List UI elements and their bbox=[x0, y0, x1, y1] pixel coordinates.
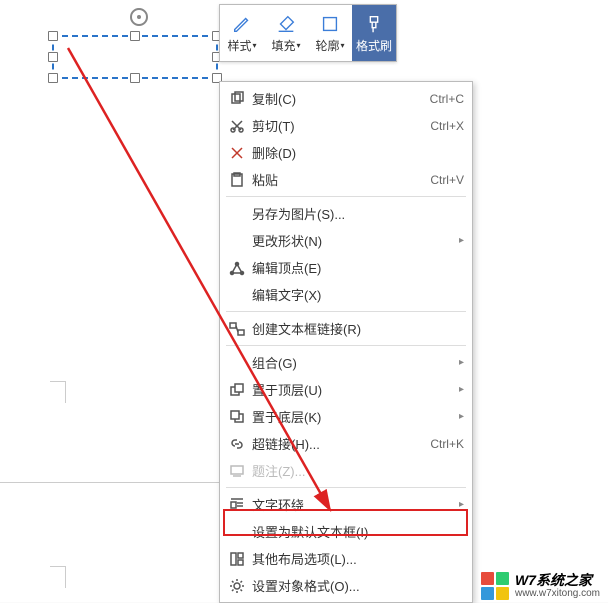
clipboard-icon bbox=[226, 172, 248, 188]
menu-save-as-image[interactable]: 另存为图片(S)... bbox=[220, 200, 472, 227]
menu-separator bbox=[226, 196, 466, 197]
outline-button[interactable]: 轮廓▾ bbox=[308, 5, 352, 61]
windows-logo-icon bbox=[481, 572, 509, 600]
caption-icon bbox=[226, 463, 248, 479]
pencil-icon bbox=[231, 13, 253, 35]
menu-text-wrap[interactable]: 文字环绕 ▸ bbox=[220, 491, 472, 518]
menu-edit-text[interactable]: 编辑文字(X) bbox=[220, 281, 472, 308]
submenu-arrow-icon: ▸ bbox=[453, 411, 464, 422]
menu-change-shape[interactable]: 更改形状(N) ▸ bbox=[220, 227, 472, 254]
resize-handle[interactable] bbox=[130, 73, 140, 83]
menu-delete[interactable]: 删除(D) bbox=[220, 139, 472, 166]
layout-icon bbox=[226, 551, 248, 567]
watermark-url: www.w7xitong.com bbox=[515, 588, 600, 599]
margin-guide bbox=[65, 566, 66, 588]
resize-handle[interactable] bbox=[48, 73, 58, 83]
margin-guide bbox=[50, 566, 66, 567]
bucket-icon bbox=[275, 13, 297, 35]
scissors-icon bbox=[226, 118, 248, 134]
wrap-icon bbox=[226, 497, 248, 513]
link-textbox-icon bbox=[226, 321, 248, 337]
context-menu: 复制(C) Ctrl+C 剪切(T) Ctrl+X 删除(D) 粘贴 Ctrl+… bbox=[219, 81, 473, 603]
outline-icon bbox=[319, 13, 341, 35]
watermark: W7系统之家 www.w7xitong.com bbox=[481, 572, 600, 600]
margin-guide bbox=[0, 482, 219, 483]
submenu-arrow-icon: ▸ bbox=[453, 384, 464, 395]
bring-front-icon bbox=[226, 382, 248, 398]
menu-format-object[interactable]: 设置对象格式(O)... bbox=[220, 572, 472, 599]
menu-separator bbox=[226, 487, 466, 488]
link-icon bbox=[226, 436, 248, 452]
menu-copy[interactable]: 复制(C) Ctrl+C bbox=[220, 85, 472, 112]
menu-hyperlink[interactable]: 超链接(H)... Ctrl+K bbox=[220, 430, 472, 457]
fill-button[interactable]: 填充▾ bbox=[264, 5, 308, 61]
menu-more-layout[interactable]: 其他布局选项(L)... bbox=[220, 545, 472, 572]
menu-group[interactable]: 组合(G) ▸ bbox=[220, 349, 472, 376]
menu-send-backward[interactable]: 置于底层(K) ▸ bbox=[220, 403, 472, 430]
menu-edit-vertex[interactable]: 编辑顶点(E) bbox=[220, 254, 472, 281]
format-painter-button[interactable]: 格式刷 bbox=[352, 5, 396, 61]
menu-caption[interactable]: 题注(Z)... bbox=[220, 457, 472, 484]
margin-guide bbox=[50, 381, 66, 382]
delete-icon bbox=[226, 145, 248, 161]
menu-set-default-textbox[interactable]: 设置为默认文本框(I) bbox=[220, 518, 472, 545]
dropdown-icon: ▾ bbox=[341, 41, 345, 50]
format-painter-label: 格式刷 bbox=[356, 37, 392, 54]
vertex-icon bbox=[226, 260, 248, 276]
menu-create-textbox-link[interactable]: 创建文本框链接(R) bbox=[220, 315, 472, 342]
style-label: 样式 bbox=[227, 37, 251, 54]
gear-icon bbox=[226, 578, 248, 594]
dropdown-icon: ▾ bbox=[253, 41, 257, 50]
resize-handle[interactable] bbox=[130, 31, 140, 41]
watermark-title: W7系统之家 bbox=[515, 573, 600, 588]
submenu-arrow-icon: ▸ bbox=[453, 499, 464, 510]
outline-label: 轮廓 bbox=[315, 37, 339, 54]
menu-separator bbox=[226, 345, 466, 346]
style-button[interactable]: 样式▾ bbox=[220, 5, 264, 61]
menu-paste[interactable]: 粘贴 Ctrl+V bbox=[220, 166, 472, 193]
rotate-handle[interactable] bbox=[130, 8, 148, 26]
submenu-arrow-icon: ▸ bbox=[453, 235, 464, 246]
copy-icon bbox=[226, 91, 248, 107]
margin-guide bbox=[65, 381, 66, 403]
resize-handle[interactable] bbox=[48, 52, 58, 62]
dropdown-icon: ▾ bbox=[297, 41, 301, 50]
floating-format-toolbar: 样式▾ 填充▾ 轮廓▾ 格式刷 bbox=[219, 4, 397, 62]
fill-label: 填充 bbox=[271, 37, 295, 54]
menu-bring-forward[interactable]: 置于顶层(U) ▸ bbox=[220, 376, 472, 403]
resize-handle[interactable] bbox=[48, 31, 58, 41]
menu-separator bbox=[226, 311, 466, 312]
brush-icon bbox=[363, 13, 385, 35]
selected-textbox-shape[interactable] bbox=[52, 35, 218, 79]
submenu-arrow-icon: ▸ bbox=[453, 357, 464, 368]
send-back-icon bbox=[226, 409, 248, 425]
menu-cut[interactable]: 剪切(T) Ctrl+X bbox=[220, 112, 472, 139]
